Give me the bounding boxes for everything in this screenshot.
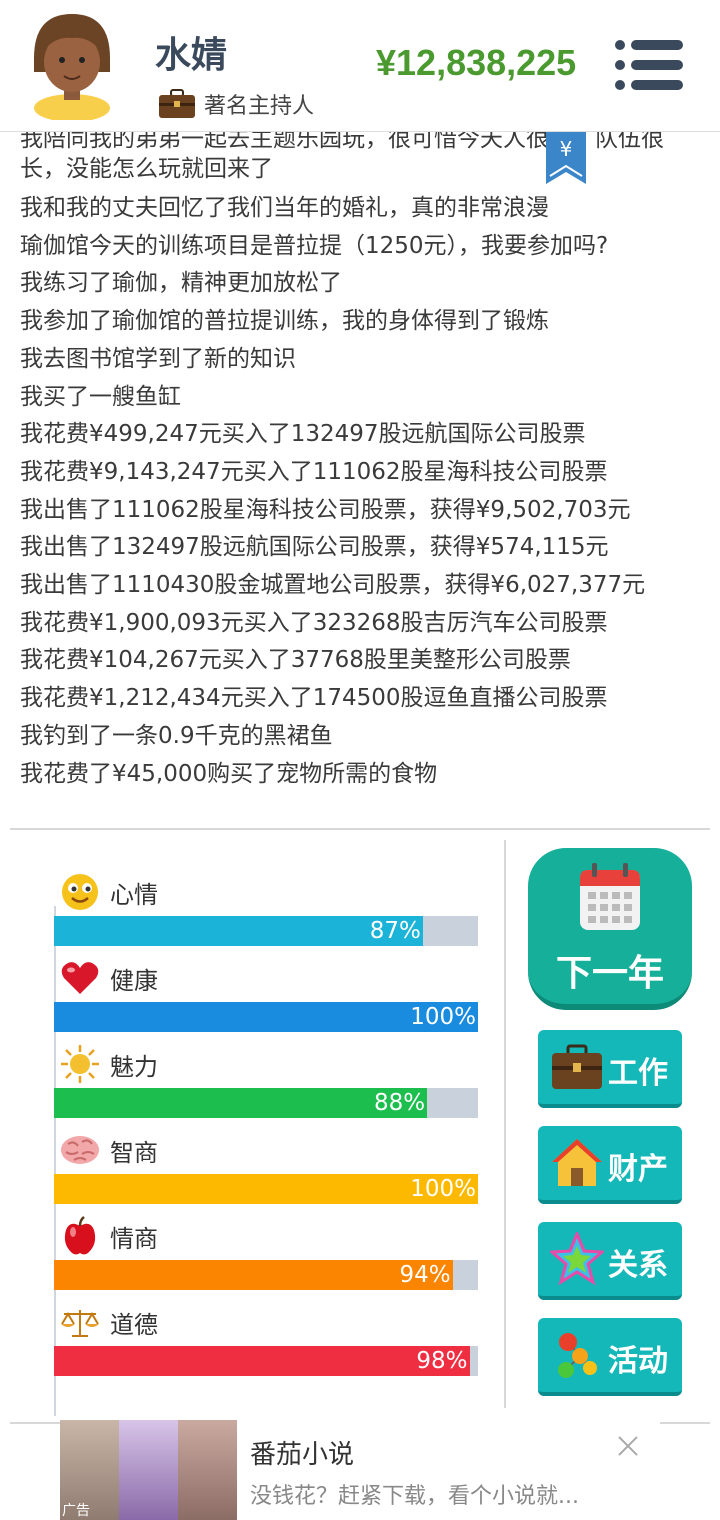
stat-value: 88% xyxy=(374,1090,426,1116)
ad-thumbnails[interactable]: 广告 xyxy=(60,1420,238,1520)
menu-icon[interactable] xyxy=(614,38,684,92)
log-line: 我出售了111062股星海科技公司股票，获得¥9,502,703元 xyxy=(20,496,631,523)
stat-value: 87% xyxy=(369,918,421,944)
stat-bar: 88% xyxy=(54,1088,478,1118)
stat-charm: 魅力 88% xyxy=(54,1038,478,1124)
stat-mood: 心情 87% xyxy=(54,866,478,952)
stat-fill xyxy=(54,1346,470,1376)
occupation-label: 著名主持人 xyxy=(204,94,315,119)
bookmark-icon[interactable]: ¥ xyxy=(546,132,586,184)
property-button[interactable]: 财产 xyxy=(538,1126,682,1204)
log-line: 我出售了132497股远航国际公司股票，获得¥574,115元 xyxy=(20,534,609,561)
briefcase-icon xyxy=(159,89,195,118)
star-icon xyxy=(550,1232,604,1286)
relations-button[interactable]: 关系 xyxy=(538,1222,682,1300)
occupation-row: 著名主持人 xyxy=(158,88,314,120)
calendar-icon xyxy=(580,863,640,930)
close-icon[interactable] xyxy=(616,1434,640,1458)
stat-bar: 87% xyxy=(54,916,478,946)
log-line: 瑜伽馆今天的训练项目是普拉提（1250元），我要参加吗? xyxy=(20,232,609,259)
property-label: 财产 xyxy=(608,1152,668,1187)
column-divider xyxy=(504,840,506,1408)
ad-thumbnail xyxy=(119,1420,178,1520)
stat-bar: 100% xyxy=(54,1174,478,1204)
log-line: 我钓到了一条0.9千克的黑裙鱼 xyxy=(20,722,333,749)
stat-label: 情商 xyxy=(110,1224,158,1253)
log-line: 我买了一艘鱼缸 xyxy=(20,383,181,410)
log-line: 我花费¥499,247元买入了132497股远航国际公司股票 xyxy=(20,421,586,448)
ad-thumbnail xyxy=(178,1420,237,1520)
stat-fill xyxy=(54,1260,453,1290)
bookmark-symbol: ¥ xyxy=(560,137,573,161)
money-balance: ¥12,838,225 xyxy=(376,42,577,83)
work-button[interactable]: 工作 xyxy=(538,1030,682,1108)
log-line: 我去图书馆学到了新的知识 xyxy=(20,345,296,372)
stat-eq: 情商 94% xyxy=(54,1210,478,1296)
log-line: 我参加了瑜伽馆的普拉提训练，我的身体得到了锻炼 xyxy=(20,308,549,335)
log-line: 我和我的丈夫回忆了我们当年的婚礼，真的非常浪漫 xyxy=(20,195,549,221)
log-line: 我花费¥9,143,247元买入了111062股星海科技公司股票 xyxy=(20,458,608,485)
section-divider xyxy=(10,828,710,830)
event-log[interactable]: 我陪同我的弟弟一起去主题乐园玩，很可惜今天人很多，队伍很长，没能怎么玩就回来了 … xyxy=(0,132,720,828)
ad-description[interactable]: 没钱花？赶紧下载，看个小说就... xyxy=(250,1478,579,1510)
stat-label: 道德 xyxy=(110,1310,158,1339)
ad-tag: 广告 xyxy=(62,1503,90,1519)
stat-health: 健康 100% xyxy=(54,952,478,1038)
stat-label: 健康 xyxy=(110,966,158,995)
relations-label: 关系 xyxy=(608,1248,668,1283)
scales-icon xyxy=(61,1310,99,1337)
smiley-icon xyxy=(62,874,98,910)
stat-iq: 智商 100% xyxy=(54,1124,478,1210)
stat-label: 心情 xyxy=(110,880,158,909)
log-line: 我花费了¥45,000购买了宠物所需的食物 xyxy=(20,760,438,787)
player-name: 水婧 xyxy=(155,35,228,76)
house-icon xyxy=(552,1139,602,1186)
activity-dots-icon xyxy=(558,1333,597,1378)
log-line: 我练习了瑜伽，精神更加放松了 xyxy=(20,270,342,297)
activities-label: 活动 xyxy=(608,1344,668,1379)
stat-value: 100% xyxy=(410,1004,476,1030)
ad-banner[interactable]: 广告 番茄小说 没钱花？赶紧下载，看个小说就... xyxy=(60,1420,660,1520)
log-line: 我出售了1110430股金城置地公司股票，获得¥6,027,377元 xyxy=(20,572,646,599)
next-year-button[interactable]: 下一年 xyxy=(528,848,692,1010)
apple-icon xyxy=(64,1216,96,1255)
stat-value: 98% xyxy=(416,1348,468,1374)
stat-morality: 道德 98% xyxy=(54,1296,478,1382)
stat-bar: 100% xyxy=(54,1002,478,1032)
ad-title[interactable]: 番茄小说 xyxy=(250,1434,354,1471)
stat-bar: 94% xyxy=(54,1260,478,1290)
log-line: 我花费¥104,267元买入了37768股里美整形公司股票 xyxy=(20,647,571,674)
log-line: 我花费¥1,212,434元买入了174500股逗鱼直播公司股票 xyxy=(20,685,608,712)
stat-value: 94% xyxy=(399,1262,451,1288)
stat-fill xyxy=(54,1088,428,1118)
log-line: 我陪同我的弟弟一起去主题乐园玩，很可惜今天人很多，队伍很长，没能怎么玩就回来了 xyxy=(20,132,664,182)
stat-label: 魅力 xyxy=(110,1052,158,1081)
header: 水婧 著名主持人 ¥12,838,225 xyxy=(0,0,720,132)
avatar[interactable] xyxy=(28,10,116,120)
work-label: 工作 xyxy=(608,1056,668,1091)
stat-label: 智商 xyxy=(110,1138,158,1167)
heart-icon xyxy=(61,962,99,994)
sun-icon xyxy=(61,1045,99,1083)
stat-bar: 98% xyxy=(54,1346,478,1376)
stat-fill xyxy=(54,916,423,946)
activities-button[interactable]: 活动 xyxy=(538,1318,682,1396)
log-line: 我花费¥1,900,093元买入了323268股吉厉汽车公司股票 xyxy=(20,609,608,636)
stat-value: 100% xyxy=(410,1176,476,1202)
next-year-label: 下一年 xyxy=(555,953,664,994)
briefcase-icon xyxy=(552,1044,602,1089)
brain-icon xyxy=(61,1136,99,1164)
